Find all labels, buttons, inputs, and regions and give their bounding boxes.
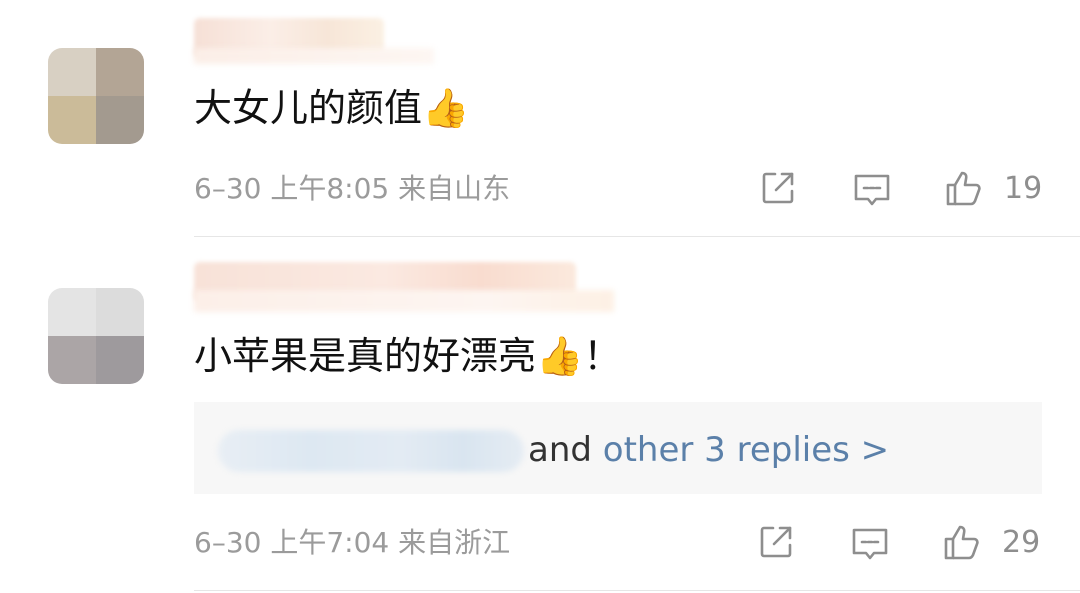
replies-preview[interactable]: and other 3 replies > [194,402,1042,494]
avatar[interactable] [48,48,144,144]
divider [194,236,1080,237]
comment-date: 6–30 [194,526,262,559]
like-icon[interactable] [944,168,984,208]
comment-text: 小苹果是真的好漂亮👍！ [194,334,622,378]
replies-and: and [528,430,592,470]
comment-icon[interactable] [850,524,890,564]
divider [194,590,1080,591]
comment-location: 来自浙江 [398,526,511,559]
comment-time: 上午7:04 [270,526,390,559]
more-replies-link[interactable]: other 3 replies > [603,430,889,470]
comment-text: 大女儿的颜值👍 [194,86,470,130]
comment-icon[interactable] [852,170,892,210]
comment-date: 6–30 [194,172,262,205]
reply-username-blurred [218,430,524,472]
share-icon[interactable] [758,168,798,208]
comment-meta: 6–30 上午7:04 来自浙江 [194,526,510,560]
username-blur-fringe [194,48,434,64]
username-blur-fringe [194,290,614,312]
share-icon[interactable] [756,522,796,562]
like-count: 29 [1002,525,1041,560]
replies-summary[interactable]: and other 3 replies > [528,428,889,472]
avatar[interactable] [48,288,144,384]
comment-time: 上午8:05 [270,172,390,205]
comment-location: 来自山东 [398,172,511,205]
like-icon[interactable] [942,522,982,562]
like-count: 19 [1004,171,1043,206]
comment-meta: 6–30 上午8:05 来自山东 [194,172,510,206]
